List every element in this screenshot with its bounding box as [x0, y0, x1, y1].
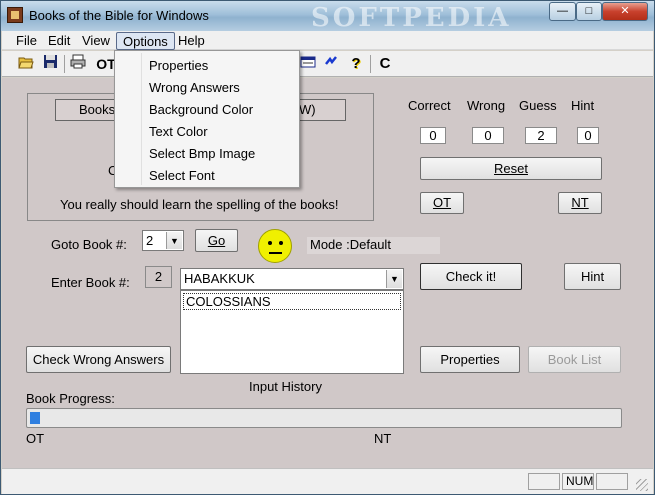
reset-button[interactable]: Reset — [420, 157, 602, 180]
book-list-button[interactable]: Book List — [528, 346, 621, 373]
window-title: Books of the Bible for Windows — [29, 8, 209, 23]
book-name-value: HABAKKUK — [184, 271, 255, 286]
goto-book-value: 2 — [146, 233, 154, 248]
menu-edit[interactable]: Edit — [42, 32, 76, 50]
status-message — [8, 473, 524, 490]
resize-grip-icon[interactable] — [636, 479, 648, 491]
menu-item-text-color[interactable]: Text Color — [149, 124, 208, 139]
what-is-this-icon[interactable] — [322, 54, 342, 74]
toolbar: OT ? C — [2, 51, 653, 77]
print-icon[interactable] — [68, 54, 88, 74]
book-list-icon[interactable] — [298, 54, 318, 74]
status-bar: NUM — [2, 468, 653, 494]
wrong-count: 0 — [472, 127, 504, 144]
input-history-list[interactable]: COLOSSIANS — [180, 290, 404, 374]
properties-button[interactable]: Properties — [420, 346, 520, 373]
menu-item-select-font[interactable]: Select Font — [149, 168, 215, 183]
close-button[interactable]: ✕ — [602, 2, 648, 21]
main-content: Books W) C You really should learn the s… — [2, 78, 653, 468]
save-disk-icon[interactable] — [40, 54, 60, 74]
hint-count: 0 — [577, 127, 599, 144]
about-cl-icon[interactable]: C — [375, 54, 395, 74]
smiley-face-icon — [258, 229, 292, 263]
book-name-select[interactable]: HABAKKUK ▼ — [180, 268, 404, 290]
enter-book-number: 2 — [145, 266, 172, 288]
chevron-down-icon[interactable]: ▼ — [166, 232, 182, 249]
progress-ot-label: OT — [26, 431, 45, 446]
enter-book-label: Enter Book #: — [51, 275, 130, 290]
list-item[interactable]: COLOSSIANS — [183, 293, 401, 310]
menu-item-select-bmp-image[interactable]: Select Bmp Image — [149, 146, 255, 161]
bible-app-icon[interactable] — [7, 7, 23, 23]
book-progress-fill — [30, 412, 40, 424]
check-it-button[interactable]: Check it! — [420, 263, 522, 290]
check-wrong-answers-button[interactable]: Check Wrong Answers — [26, 346, 171, 373]
options-dropdown-menu: Properties Wrong Answers Background Colo… — [114, 50, 300, 188]
status-panel-num: NUM — [562, 473, 594, 490]
mode-status: Mode :Default — [307, 237, 440, 254]
wrong-header: Wrong — [467, 98, 506, 113]
chevron-down-icon[interactable]: ▼ — [386, 270, 402, 288]
progress-nt-label: NT — [374, 431, 392, 446]
menu-item-properties[interactable]: Properties — [149, 58, 208, 73]
ot-button[interactable]: OT — [420, 192, 464, 214]
goto-book-label: Goto Book #: — [51, 237, 127, 252]
menu-bar: File Edit View Options Help — [2, 31, 653, 50]
smiley-eye — [279, 241, 283, 245]
maximize-button[interactable]: □ — [576, 2, 602, 21]
goto-book-select[interactable]: 2 ▼ — [142, 230, 184, 251]
watermark-text: SOFTPEDIA — [311, 3, 512, 33]
correct-count: 0 — [420, 127, 446, 144]
nt-button[interactable]: NT — [558, 192, 602, 214]
go-button[interactable]: Go — [195, 229, 238, 252]
smiley-eye — [268, 241, 272, 245]
smiley-mouth — [269, 252, 282, 254]
guess-count: 2 — [525, 127, 557, 144]
toolbar-separator — [370, 55, 371, 73]
book-progress-label: Book Progress: — [26, 391, 115, 406]
guess-header: Guess — [519, 98, 557, 113]
hint-header: Hint — [571, 98, 595, 113]
menu-file[interactable]: File — [10, 32, 43, 50]
status-panel-caps — [528, 473, 560, 490]
menu-options[interactable]: Options — [116, 32, 175, 50]
toolbar-separator — [64, 55, 65, 73]
app-window: Books of the Bible for Windows SOFTPEDIA… — [0, 0, 655, 495]
minimize-button[interactable]: — — [549, 2, 576, 21]
menu-help[interactable]: Help — [172, 32, 211, 50]
status-panel-scrl — [596, 473, 628, 490]
book-progress-bar — [26, 408, 622, 428]
menu-item-wrong-answers[interactable]: Wrong Answers — [149, 80, 240, 95]
quiz-message: You really should learn the spelling of … — [60, 197, 339, 212]
hint-button[interactable]: Hint — [564, 263, 621, 290]
about-cl-label: C — [379, 55, 391, 72]
menu-item-background-color[interactable]: Background Color — [149, 102, 253, 117]
title-bar[interactable]: Books of the Bible for Windows SOFTPEDIA… — [1, 1, 654, 33]
input-history-label: Input History — [249, 379, 322, 394]
correct-header: Correct — [408, 98, 451, 113]
menu-view[interactable]: View — [76, 32, 116, 50]
help-question-icon[interactable]: ? — [346, 54, 366, 74]
open-folder-icon[interactable] — [16, 54, 36, 74]
